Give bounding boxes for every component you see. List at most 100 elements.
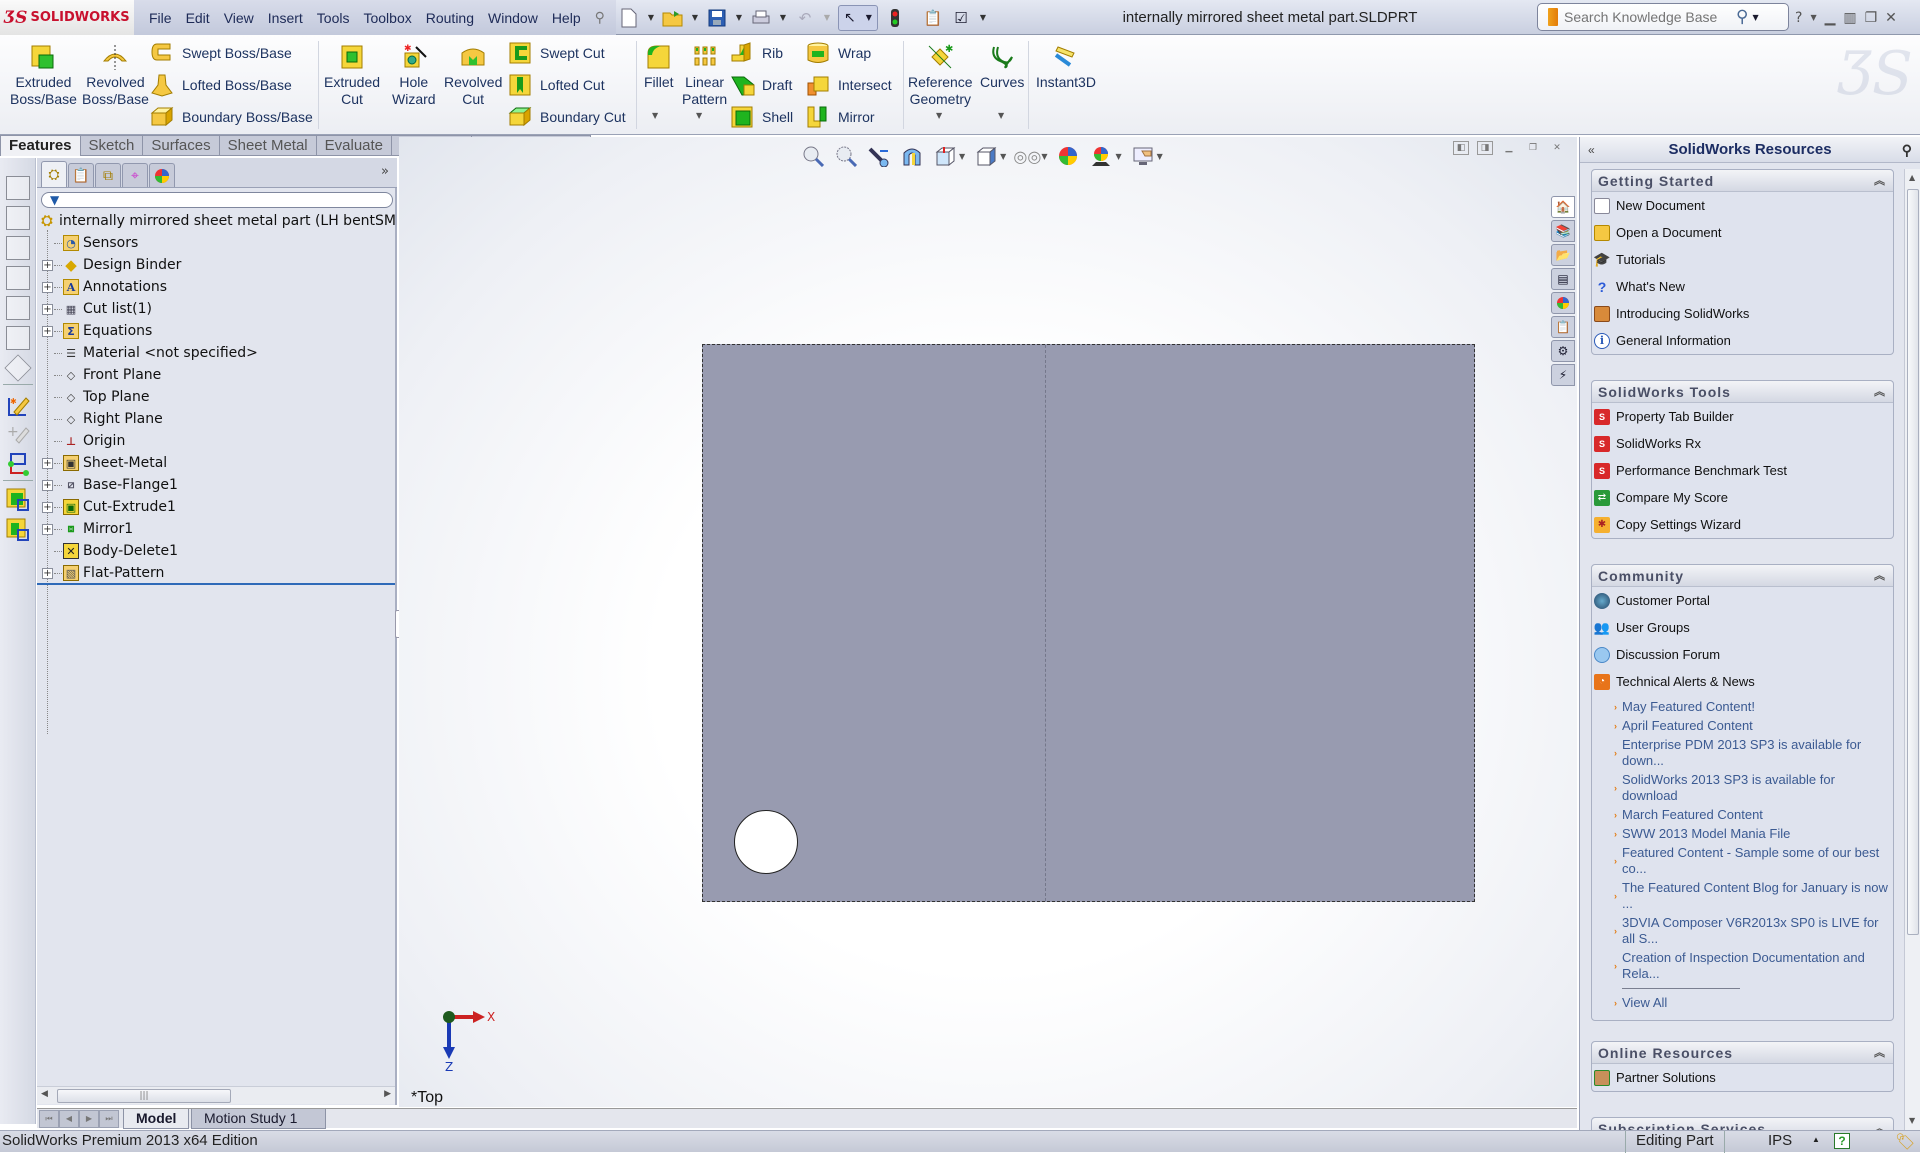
prev-tab-icon[interactable]: ◀ (59, 1110, 79, 1128)
print-icon[interactable] (750, 7, 772, 29)
tree-item-top-plane[interactable]: ◇ Top Plane (37, 386, 395, 408)
tree-item-origin[interactable]: ⊥ Origin (37, 430, 395, 452)
tab-motion-study-1[interactable]: Motion Study 1 (191, 1109, 327, 1129)
extruded-cut-button[interactable]: Extruded Cut (324, 43, 380, 108)
graphics-area[interactable]: ▼ ▼ ◎◎ ▼ ▼ ▼ ◧ ◨ ▁ ❐ ✕ X Z *Top (399, 137, 1577, 1107)
view-bottom-icon[interactable] (6, 326, 30, 350)
news-item[interactable]: › Featured Content - Sample some of our b… (1592, 845, 1893, 877)
group-header[interactable]: Community ︽ (1592, 565, 1893, 587)
resource-link-benchmark[interactable]: S Performance Benchmark Test (1592, 457, 1893, 484)
tree-item-front-plane[interactable]: ◇ Front Plane (37, 364, 395, 386)
resource-link-general-info[interactable]: i General Information (1592, 327, 1893, 354)
next-tab-icon[interactable]: ▶ (79, 1110, 99, 1128)
apply-scene-icon[interactable] (1089, 144, 1113, 168)
display-style-dropdown-icon[interactable]: ▼ (1000, 152, 1006, 161)
open-dropdown-icon[interactable]: ▼ (690, 13, 700, 22)
reference-geometry-button[interactable]: ✱ Reference Geometry (908, 43, 973, 108)
hole-feature[interactable] (734, 810, 798, 874)
routing-library-tab-icon[interactable]: ⚙ (1551, 340, 1575, 362)
tile-icon[interactable]: ▥ (1843, 10, 1856, 26)
linear-pattern-dropdown-icon[interactable]: ▼ (696, 111, 702, 120)
curves-dropdown-icon[interactable]: ▼ (998, 111, 1004, 120)
resource-link-property-tab-builder[interactable]: S Property Tab Builder (1592, 403, 1893, 430)
menu-help[interactable]: Help (545, 10, 588, 26)
solidworks-logo[interactable]: ƷS SOLIDWORKS (0, 0, 134, 35)
help-dropdown-icon[interactable]: ▼ (1810, 13, 1816, 22)
tree-item-body-delete[interactable]: ✕ Body-Delete1 (37, 540, 395, 562)
options-icon[interactable]: ☑ (950, 7, 972, 29)
view-front-icon[interactable] (6, 176, 30, 200)
configurationmanager-tab-icon[interactable]: ⧉ (95, 163, 121, 187)
collapse-group-icon[interactable]: ︽ (1874, 170, 1885, 192)
options-dropdown-icon[interactable]: ▼ (978, 13, 988, 22)
scroll-thumb[interactable]: ||| (57, 1089, 231, 1103)
select-button[interactable]: ↖ ▼ (838, 4, 878, 31)
split-right-icon[interactable]: ◨ (1477, 141, 1493, 155)
custom-properties-tab-icon[interactable]: 📋 (1551, 316, 1575, 338)
scroll-right-icon[interactable]: ▶ (384, 1089, 391, 1099)
collapse-pane-icon[interactable]: « (1588, 137, 1595, 163)
tree-filter-input[interactable]: ▼ (41, 192, 393, 208)
resource-link-customer-portal[interactable]: Customer Portal (1592, 587, 1893, 614)
pin-icon[interactable]: ⚲ (588, 9, 612, 26)
revolved-cut-button[interactable]: Revolved Cut (444, 43, 502, 108)
bend-line[interactable] (1045, 345, 1046, 901)
menu-file[interactable]: File (142, 10, 179, 26)
hide-show-dropdown-icon[interactable]: ▼ (1041, 152, 1047, 161)
expand-more-icon[interactable]: » (381, 164, 389, 179)
rollback-bar[interactable] (37, 583, 395, 585)
undo-dropdown-icon[interactable]: ▼ (822, 13, 832, 22)
revolved-boss-button[interactable]: Revolved Boss/Base (82, 43, 149, 108)
hole-wizard-button[interactable]: ✱ Hole Wizard (392, 43, 436, 108)
collapse-group-icon[interactable]: ︽ (1874, 1042, 1885, 1064)
lofted-boss-button[interactable]: Lofted Boss/Base (150, 73, 292, 97)
electrical-tab-icon[interactable]: ⚡ (1551, 364, 1575, 386)
wrap-button[interactable]: Wrap (806, 41, 871, 65)
tree-item-cut-extrude[interactable]: + ▣ Cut-Extrude1 (37, 496, 395, 518)
sketch-pencil-icon[interactable]: ✱ (6, 394, 30, 418)
search-dropdown-icon[interactable]: ▼ (1752, 13, 1758, 22)
select-dropdown-icon[interactable]: ▼ (866, 13, 872, 22)
tab-surfaces[interactable]: Surfaces (143, 135, 220, 156)
viewport-close-icon[interactable]: ✕ (1549, 141, 1565, 155)
horizontal-scrollbar[interactable]: ◀ ||| ▶ (37, 1086, 395, 1104)
file-properties-icon[interactable]: 📋 (922, 7, 944, 29)
view-right-icon[interactable] (6, 266, 30, 290)
hide-show-items-icon[interactable]: ◎◎ (1013, 144, 1041, 168)
view-settings-dropdown-icon[interactable]: ▼ (1157, 152, 1163, 161)
split-left-icon[interactable]: ◧ (1453, 141, 1469, 155)
expand-toggle[interactable]: + (42, 501, 53, 513)
expand-toggle[interactable]: + (42, 281, 53, 293)
news-item[interactable]: › Enterprise PDM 2013 SP3 is available fo… (1592, 737, 1893, 769)
menu-view[interactable]: View (217, 10, 261, 26)
pin-pane-icon[interactable]: ⚲ (1902, 137, 1912, 163)
tag-icon[interactable]: 🏷 (1895, 1132, 1915, 1152)
displaymanager-tab-icon[interactable] (149, 163, 175, 187)
news-item[interactable]: › 3DVIA Composer V6R2013x SP0 is LIVE for… (1592, 915, 1893, 947)
swept-boss-button[interactable]: Swept Boss/Base (150, 41, 292, 65)
resources-scrollbar[interactable]: ▲ ▼ (1904, 169, 1920, 1131)
fillet-button[interactable]: Fillet (644, 43, 674, 91)
boundary-boss-button[interactable]: Boundary Boss/Base (150, 105, 313, 129)
tree-item-right-plane[interactable]: ◇ Right Plane (37, 408, 395, 430)
help-icon[interactable]: ? (1795, 10, 1802, 26)
draft-button[interactable]: Draft (730, 73, 792, 97)
design-library-tab-icon[interactable]: 📚 (1551, 220, 1575, 242)
resource-link-open-document[interactable]: Open a Document (1592, 219, 1893, 246)
shell-button[interactable]: Shell (730, 105, 793, 129)
group-header[interactable]: SolidWorks Tools ︽ (1592, 381, 1893, 403)
move-body-icon[interactable] (6, 518, 30, 542)
file-explorer-tab-icon[interactable]: 📂 (1551, 244, 1575, 266)
quick-tips-help-icon[interactable]: ? (1834, 1133, 1850, 1149)
expand-toggle[interactable]: + (42, 523, 53, 535)
tree-root[interactable]: ⛭ internally mirrored sheet metal part (… (37, 210, 395, 232)
close-icon[interactable]: ✕ (1885, 10, 1897, 26)
news-item[interactable]: › April Featured Content (1592, 718, 1893, 734)
swept-cut-button[interactable]: Swept Cut (508, 41, 605, 65)
tree-item-flat-pattern[interactable]: + ▧ Flat-Pattern (37, 562, 395, 584)
view-orientation-icon[interactable] (933, 144, 957, 168)
view-isometric-icon[interactable] (4, 354, 32, 382)
tab-model[interactable]: Model (123, 1109, 190, 1129)
insert-part-icon[interactable] (6, 488, 30, 512)
zoom-to-area-icon[interactable] (834, 144, 858, 168)
